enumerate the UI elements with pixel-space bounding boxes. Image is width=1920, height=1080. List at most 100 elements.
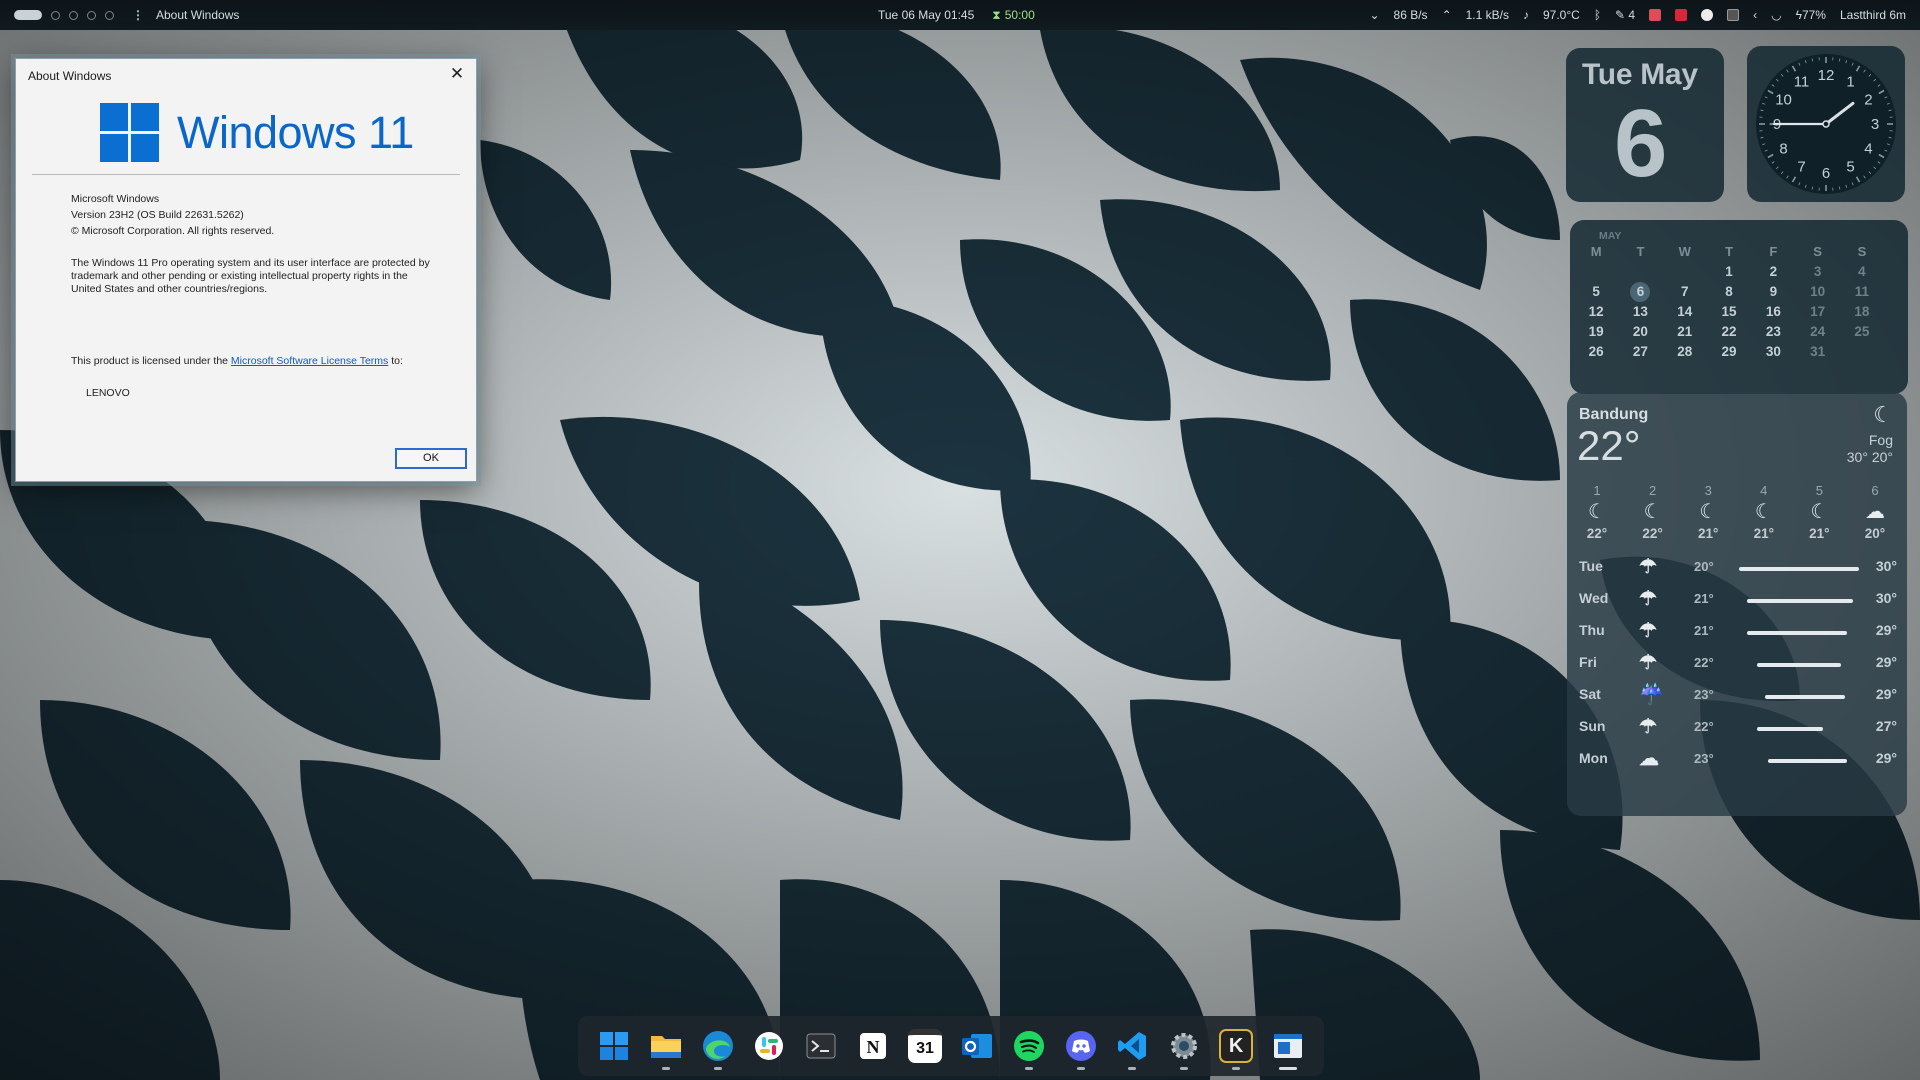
version-info: Version 23H2 (OS Build 22631.5262)	[71, 209, 244, 221]
calendar-day[interactable]: 10	[1795, 282, 1839, 302]
calendar-weekday: T	[1636, 244, 1645, 259]
dock-app-slack[interactable]	[747, 1020, 791, 1072]
circle-tray-icon[interactable]	[1701, 9, 1714, 21]
calendar-day[interactable]: 24	[1795, 322, 1839, 342]
more-options-icon[interactable]: ⋮	[132, 8, 144, 22]
calendar-day[interactable]: 13	[1618, 302, 1662, 322]
calendar-day[interactable]: 22	[1707, 322, 1751, 342]
battery-status[interactable]: ϟ77%	[1796, 8, 1826, 22]
dock-app-settings[interactable]	[1162, 1020, 1206, 1072]
day-name: Thu	[1579, 622, 1605, 638]
calendar-day[interactable]: 7	[1663, 282, 1707, 302]
calendar-day[interactable]: 25	[1840, 322, 1884, 342]
calendar-day[interactable]: 27	[1618, 342, 1662, 362]
calendar-today[interactable]: 6	[1618, 282, 1662, 302]
pomodoro-timer[interactable]: ⧗ 50:00	[992, 8, 1034, 23]
thermometer-icon: ♪	[1522, 8, 1529, 22]
day-high-temp: 29°	[1875, 686, 1897, 702]
calendar-day[interactable]: 9	[1751, 282, 1795, 302]
windows-logo-icon	[100, 103, 159, 162]
license-prefix: This product is licensed under the	[71, 355, 231, 367]
day-name: Sun	[1579, 718, 1606, 734]
calendar-day[interactable]: 20	[1618, 322, 1662, 342]
datetime-label[interactable]: Tue 06 May 01:45	[878, 8, 974, 23]
dock-app-file-explorer[interactable]	[644, 1020, 688, 1072]
dock-app-komorebi[interactable]: K	[1214, 1020, 1258, 1072]
dock-app-notion[interactable]: N	[851, 1020, 895, 1072]
calendar-day[interactable]: 23	[1751, 322, 1795, 342]
calendar-day[interactable]: 30	[1751, 342, 1795, 362]
app-tray-icon[interactable]	[1675, 9, 1688, 21]
tray-chevron-icon[interactable]: ‹	[1753, 8, 1757, 22]
hour-temp: 21°	[1697, 526, 1719, 541]
dock-app-spotify[interactable]	[1007, 1020, 1051, 1072]
dock-app-about-windows[interactable]	[1266, 1020, 1310, 1072]
ok-button[interactable]: OK	[395, 448, 467, 469]
running-indicator	[1278, 1067, 1297, 1070]
weather-condition: Fog	[1868, 432, 1893, 448]
day-low-temp: 21°	[1694, 623, 1714, 638]
calendar-day[interactable]: 8	[1707, 282, 1751, 302]
clock-numeral: 2	[1864, 92, 1872, 109]
notification-icon[interactable]: ✎ 4	[1615, 8, 1635, 22]
dock-app-outlook[interactable]	[955, 1020, 999, 1072]
running-indicator	[1128, 1067, 1137, 1070]
calendar-day[interactable]: 19	[1574, 322, 1618, 342]
rain-cloud-icon: ☂	[1639, 588, 1657, 610]
calendar-day[interactable]: 15	[1707, 302, 1751, 322]
calendar-month: MAY	[1599, 230, 1622, 242]
running-indicator	[1024, 1067, 1033, 1070]
k-tray-icon[interactable]	[1727, 9, 1740, 21]
calendar-day[interactable]: 1	[1707, 262, 1751, 282]
weather-widget: Bandung 22° ☾ Fog 30° 20° 1 ☾ 22° 2 ☾ 22° 3 ☾ 21…	[1567, 392, 1907, 816]
dock-app-calendar[interactable]: 31	[903, 1020, 947, 1072]
dock-app-discord[interactable]	[1059, 1020, 1103, 1072]
wifi-icon[interactable]: ◡	[1771, 8, 1781, 22]
dock-app-edge[interactable]	[696, 1020, 740, 1072]
calendar-day[interactable]: 16	[1751, 302, 1795, 322]
calendar-day[interactable]: 14	[1663, 302, 1707, 322]
day-high-temp: 27°	[1875, 718, 1897, 734]
moon-icon: ☾	[1873, 402, 1893, 427]
edge-icon	[701, 1029, 735, 1063]
workspace-indicator-active[interactable]	[14, 10, 42, 20]
dock-app-vscode[interactable]	[1110, 1020, 1154, 1072]
fog-icon: ☁	[1864, 501, 1885, 523]
dock-app-terminal[interactable]	[799, 1020, 843, 1072]
close-icon[interactable]: ✕	[446, 65, 468, 85]
calendar-day[interactable]: 28	[1663, 342, 1707, 362]
day-name: Wed	[1579, 590, 1609, 606]
hour-temp: 22°	[1586, 526, 1608, 541]
workspace-indicator[interactable]	[105, 10, 114, 20]
dock-app-start-menu[interactable]	[592, 1020, 636, 1072]
calendar-day[interactable]: 2	[1751, 262, 1795, 282]
license-terms-link[interactable]: Microsoft Software License Terms	[231, 355, 388, 367]
calendar-day[interactable]: 21	[1663, 322, 1707, 342]
calendar-day[interactable]: 17	[1795, 302, 1839, 322]
calendar-day[interactable]: 18	[1840, 302, 1884, 322]
calendar-day[interactable]: 31	[1795, 342, 1839, 362]
calendar-weekday: W	[1678, 244, 1691, 259]
calendar-day[interactable]: 4	[1840, 262, 1884, 282]
day-number: 6	[1614, 90, 1668, 197]
calendar-day[interactable]: 5	[1574, 282, 1618, 302]
workspace-indicator[interactable]	[69, 10, 78, 20]
workspace-indicator[interactable]	[87, 10, 96, 20]
temperature-range-bar	[1757, 727, 1823, 731]
clock-numeral: 7	[1797, 158, 1805, 175]
chevron-down-icon[interactable]: ⌄	[1369, 8, 1379, 22]
workspace-indicator[interactable]	[51, 10, 60, 20]
calendar-day[interactable]: 11	[1840, 282, 1884, 302]
calendar-day[interactable]: 3	[1795, 262, 1839, 282]
slack-tray-icon[interactable]	[1649, 9, 1662, 21]
calendar-day[interactable]: 26	[1574, 342, 1618, 362]
moon-cloud-icon: ☾	[1699, 501, 1718, 523]
bluetooth-icon[interactable]: ᛒ	[1594, 8, 1601, 22]
calendar-day[interactable]: 29	[1707, 342, 1751, 362]
battery-percent: 77%	[1801, 8, 1826, 22]
calendar-day	[1574, 262, 1618, 282]
running-indicator	[1232, 1067, 1241, 1070]
calendar-day[interactable]: 12	[1574, 302, 1618, 322]
windows-brand: Windows 11	[100, 103, 414, 162]
hour-temp: 20°	[1864, 526, 1886, 541]
